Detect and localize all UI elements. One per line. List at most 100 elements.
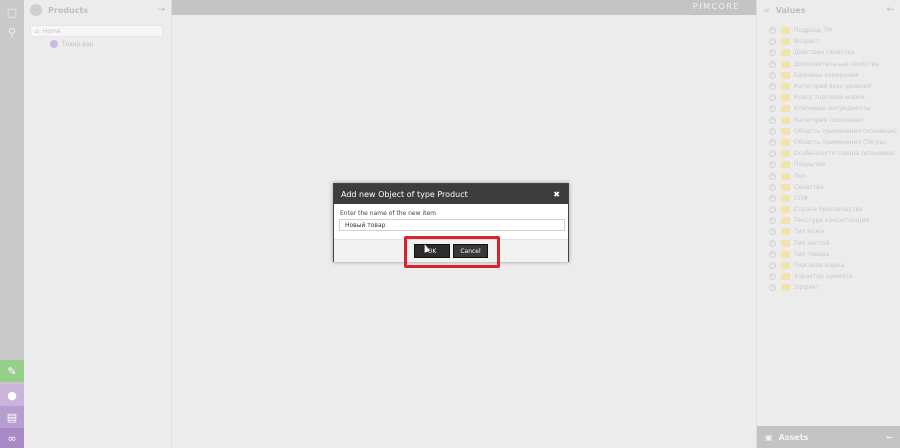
- expand-icon[interactable]: +: [769, 150, 776, 158]
- folder-icon: [781, 49, 790, 57]
- values-tree-item-label: Дополнительные свойства: [794, 60, 879, 68]
- values-tree-item[interactable]: + Текстура консистенции: [757, 215, 900, 226]
- expand-icon[interactable]: ←: [886, 433, 893, 442]
- expand-icon[interactable]: +: [769, 172, 776, 180]
- folder-icon: [781, 27, 790, 35]
- folder-icon: [781, 217, 790, 225]
- values-tree-item[interactable]: + Тип ногтей: [757, 238, 900, 249]
- expand-icon[interactable]: +: [769, 105, 776, 113]
- folder-icon: [781, 284, 790, 292]
- file-icon[interactable]: □: [0, 2, 24, 22]
- expand-icon[interactable]: +: [769, 206, 776, 214]
- products-panel: Products → ⌂ Home Товар вар: [24, 0, 172, 448]
- values-tree-item[interactable]: + Страна производства: [757, 204, 900, 215]
- values-tree-item[interactable]: + Тип товара: [757, 249, 900, 260]
- values-tree-item[interactable]: + Подразд ТМ: [757, 25, 900, 36]
- values-tree-item[interactable]: + Пол: [757, 170, 900, 181]
- expand-icon[interactable]: +: [769, 183, 776, 191]
- values-tree-item[interactable]: + Категория (основная): [757, 115, 900, 126]
- folder-icon: [781, 239, 790, 247]
- expand-icon[interactable]: +: [769, 49, 776, 57]
- expand-icon[interactable]: +: [769, 194, 776, 202]
- expand-icon[interactable]: +: [769, 262, 776, 270]
- values-tree-item-label: Тип кожи: [794, 228, 824, 236]
- expand-icon[interactable]: +: [769, 27, 776, 35]
- folder-icon: [781, 194, 790, 202]
- expand-icon[interactable]: +: [769, 60, 776, 68]
- notification-icon[interactable]: ✎: [0, 360, 24, 382]
- values-tree-item-label: Пол: [794, 172, 807, 180]
- expand-icon[interactable]: +: [769, 284, 776, 292]
- values-tree-item[interactable]: + Свойства: [757, 182, 900, 193]
- expand-icon[interactable]: +: [769, 228, 776, 236]
- camera-icon: ▣: [765, 432, 773, 442]
- values-tree-item[interactable]: + Торговая марка: [757, 260, 900, 271]
- tree-home-label: Home: [42, 27, 61, 35]
- folder-icon: [781, 127, 790, 135]
- values-tree-item[interactable]: + Особенности товара (упаковки): [757, 148, 900, 159]
- values-tree-item[interactable]: + Ключевые ингредиенты: [757, 103, 900, 114]
- user-icon[interactable]: ●: [0, 384, 24, 406]
- values-tree-item-label: Покрытие: [794, 161, 826, 169]
- values-tree-item-label: Тип товара: [794, 250, 830, 258]
- tree-home[interactable]: ⌂ Home: [30, 25, 163, 37]
- close-icon[interactable]: ✖: [553, 190, 560, 199]
- expand-icon[interactable]: +: [769, 71, 776, 79]
- folder-icon: [781, 206, 790, 214]
- item-name-input[interactable]: [339, 219, 565, 231]
- expand-icon[interactable]: +: [769, 127, 776, 135]
- collapse-icon[interactable]: ←: [886, 5, 894, 15]
- values-tree-item[interactable]: + СПФ: [757, 193, 900, 204]
- values-tree-item-label: Категория всех уровней: [794, 83, 872, 91]
- dialog-prompt: Enter the name of the new item: [340, 210, 436, 217]
- values-tree-item-label: Страна производства: [794, 206, 863, 214]
- expand-icon[interactable]: +: [769, 116, 776, 124]
- values-tree-item-label: Текстура консистенции: [794, 217, 870, 225]
- collapse-icon[interactable]: →: [157, 5, 165, 15]
- values-tree-item[interactable]: + Класс торговой марки: [757, 92, 900, 103]
- home-icon: ⌂: [35, 27, 39, 35]
- values-tree-item-label: Особенности товара (упаковки): [794, 150, 896, 158]
- values-tree-item[interactable]: + Характер аромата: [757, 271, 900, 282]
- expand-icon[interactable]: +: [769, 273, 776, 281]
- values-tree-item[interactable]: + Область применения (Тегры): [757, 137, 900, 148]
- assets-panel-header[interactable]: ▣ Assets ←: [757, 426, 900, 448]
- values-tree-item[interactable]: + Тип кожи: [757, 226, 900, 237]
- values-tree-item-label: Подразд ТМ: [794, 27, 832, 35]
- search-icon[interactable]: ⚲: [0, 22, 24, 42]
- assets-label: Assets: [778, 432, 809, 442]
- expand-icon[interactable]: +: [769, 94, 776, 102]
- tasks-icon[interactable]: ▤: [0, 406, 24, 428]
- expand-icon[interactable]: +: [769, 138, 776, 146]
- tree-item-product[interactable]: Товар вар: [24, 38, 171, 50]
- folder-icon: [781, 60, 790, 68]
- values-tree-item[interactable]: + Действие свойства: [757, 47, 900, 58]
- values-tree-item[interactable]: + Категория всех уровней: [757, 81, 900, 92]
- folder-icon: [781, 262, 790, 270]
- left-rail: □ ⚲ ✎ ● ▤ ∞: [0, 0, 24, 448]
- values-tree-item[interactable]: + Возраст: [757, 36, 900, 47]
- folder-icon: [781, 116, 790, 124]
- tree-item-label: Товар вар: [62, 40, 94, 48]
- folder-icon: [781, 161, 790, 169]
- logo-icon[interactable]: ∞: [0, 428, 24, 448]
- values-tree-item[interactable]: + Покрытие: [757, 159, 900, 170]
- values-tree-item-label: Действие свойства: [794, 49, 855, 57]
- values-tree-item[interactable]: + Эффект: [757, 282, 900, 293]
- values-tree-item[interactable]: + Единицы измерения: [757, 70, 900, 81]
- values-tree-item-label: Область применения (основная): [794, 127, 897, 135]
- values-tree-item[interactable]: + Дополнительные свойства: [757, 59, 900, 70]
- expand-icon[interactable]: +: [769, 161, 776, 169]
- highlight-box: [404, 236, 500, 268]
- expand-icon[interactable]: +: [769, 239, 776, 247]
- values-tree: + Подразд ТМ + Возраст + Действие свойства + До…: [757, 25, 900, 294]
- values-tree-item-label: Эффект: [794, 284, 820, 292]
- expand-icon[interactable]: +: [769, 217, 776, 225]
- expand-icon[interactable]: +: [769, 250, 776, 258]
- values-header: ⋖ Values ←: [757, 0, 900, 20]
- expand-icon[interactable]: +: [769, 38, 776, 46]
- cube-icon: [30, 4, 42, 16]
- dialog-header: Add new Object of type Product ✖: [334, 184, 568, 204]
- values-tree-item[interactable]: + Область применения (основная): [757, 126, 900, 137]
- expand-icon[interactable]: +: [769, 83, 776, 91]
